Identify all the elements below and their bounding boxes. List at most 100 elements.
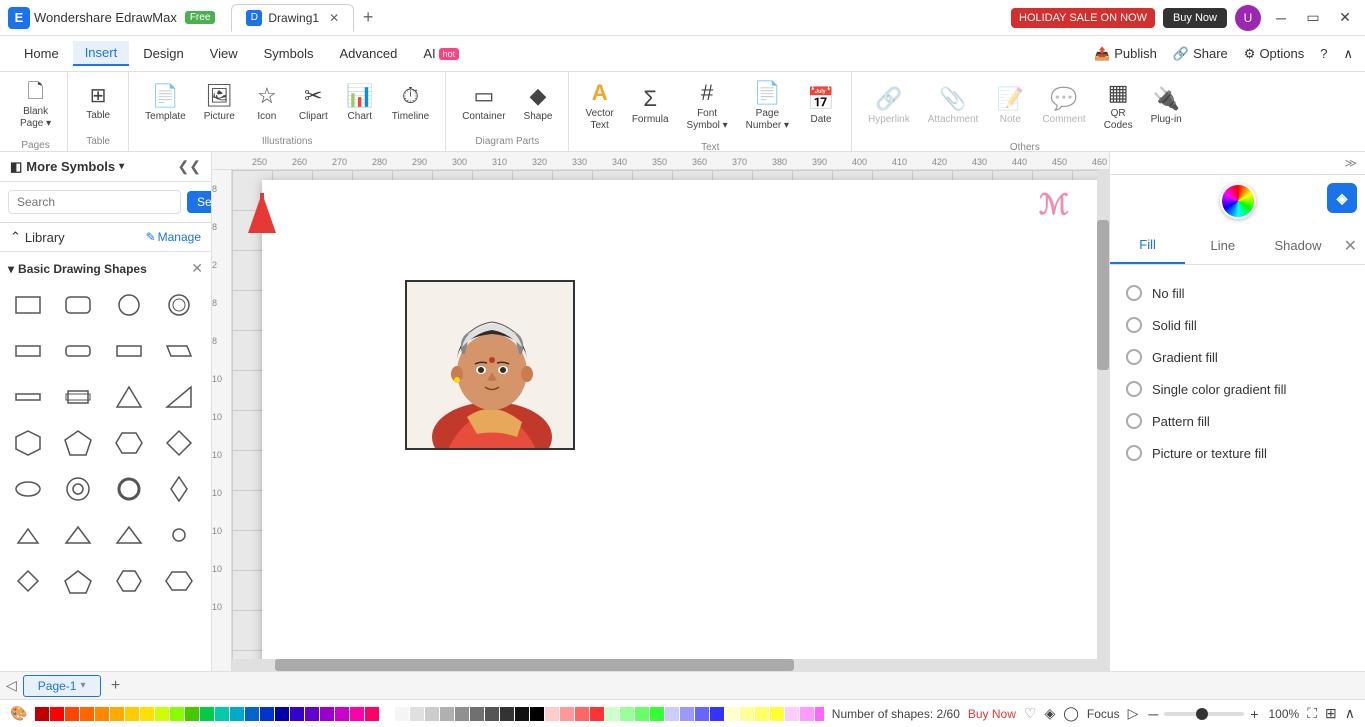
shape-small-triangle[interactable] <box>8 515 48 555</box>
color-swatch[interactable] <box>605 707 619 721</box>
color-swatch[interactable] <box>245 707 259 721</box>
zoom-out-button[interactable]: ─ <box>1146 704 1160 724</box>
theme-icon[interactable]: ◯ <box>1063 705 1079 722</box>
format-paint-icon[interactable]: ◈ <box>1327 183 1357 213</box>
color-swatch[interactable] <box>695 707 709 721</box>
shape-iso-triangle[interactable] <box>58 515 98 555</box>
section-expand-icon[interactable]: ▾ <box>8 262 14 276</box>
shape-inset-rect[interactable] <box>58 377 98 417</box>
shape-rounded-rect[interactable] <box>58 285 98 325</box>
shape-small-rect[interactable] <box>8 331 48 371</box>
no-fill-option[interactable]: No fill <box>1122 277 1353 309</box>
shape-triangle[interactable] <box>109 377 149 417</box>
close-button[interactable]: ✕ <box>1333 6 1357 30</box>
menu-home[interactable]: Home <box>12 42 71 65</box>
color-swatch[interactable] <box>155 707 169 721</box>
page-tab-1-dropdown[interactable]: ▾ <box>80 680 85 691</box>
comment-tool[interactable]: 💬 Comment <box>1034 82 1093 132</box>
page-number-tool[interactable]: 📄 PageNumber ▾ <box>738 76 797 138</box>
color-wheel[interactable] <box>1220 183 1256 219</box>
shape-parallelogram[interactable] <box>159 331 199 371</box>
color-swatch[interactable] <box>290 707 304 721</box>
color-swatch[interactable] <box>725 707 739 721</box>
shape-circle-outline[interactable] <box>159 285 199 325</box>
menu-collapse[interactable]: ∧ <box>1343 46 1353 62</box>
shape-hexagon[interactable] <box>109 423 149 463</box>
play-icon[interactable]: ▷ <box>1128 705 1139 722</box>
zoom-slider[interactable] <box>1164 712 1244 716</box>
color-swatch[interactable] <box>755 707 769 721</box>
shape-stadium[interactable] <box>159 515 199 555</box>
shape-ring[interactable] <box>58 469 98 509</box>
color-swatch[interactable] <box>110 707 124 721</box>
color-swatch[interactable] <box>35 707 49 721</box>
shape-diamond[interactable] <box>159 423 199 463</box>
shape-right-triangle[interactable] <box>159 377 199 417</box>
color-swatch[interactable] <box>800 707 814 721</box>
color-swatch[interactable] <box>275 707 289 721</box>
color-swatch[interactable] <box>335 707 349 721</box>
line-tab[interactable]: Line <box>1185 228 1260 263</box>
color-swatch[interactable] <box>785 707 799 721</box>
hyperlink-tool[interactable]: 🔗 Hyperlink <box>860 82 918 132</box>
color-swatch[interactable] <box>80 707 94 721</box>
buy-now-status-link[interactable]: Buy Now <box>968 707 1016 721</box>
date-tool[interactable]: 📅 Date <box>799 82 843 132</box>
up-chevron-icon[interactable]: ∧ <box>1345 705 1355 722</box>
search-button[interactable]: Search <box>187 191 212 213</box>
buy-now-button-title[interactable]: Buy Now <box>1163 8 1227 28</box>
menu-ai[interactable]: AI hot <box>411 42 471 65</box>
right-panel-close-icon[interactable]: ✕ <box>1336 228 1365 264</box>
color-swatch[interactable] <box>410 707 424 721</box>
menu-symbols[interactable]: Symbols <box>252 42 326 65</box>
color-swatch[interactable] <box>590 707 604 721</box>
plugin-tool[interactable]: 🔌 Plug-in <box>1143 82 1190 132</box>
shape-thick-circle[interactable] <box>109 469 149 509</box>
shape-pentagon[interactable] <box>58 561 98 601</box>
fullscreen-icon[interactable]: ⛶ <box>1307 705 1317 722</box>
single-color-gradient-option[interactable]: Single color gradient fill <box>1122 373 1353 405</box>
menu-publish[interactable]: 📤 Publish <box>1094 46 1157 62</box>
picture-texture-fill-option[interactable]: Picture or texture fill <box>1122 437 1353 469</box>
tab-close-icon[interactable]: ✕ <box>329 11 339 25</box>
shape-rectangle[interactable] <box>8 285 48 325</box>
shape-small-rounded-rect[interactable] <box>58 331 98 371</box>
manage-button[interactable]: ✎ Manage <box>146 230 201 244</box>
color-swatch[interactable] <box>65 707 79 721</box>
color-swatch[interactable] <box>515 707 529 721</box>
single-color-gradient-radio[interactable] <box>1126 381 1142 397</box>
menu-options[interactable]: ⚙ Options <box>1244 46 1304 62</box>
horizontal-scroll-thumb[interactable] <box>275 659 794 671</box>
search-input[interactable] <box>8 190 181 214</box>
color-swatch[interactable] <box>500 707 514 721</box>
fill-tab[interactable]: Fill <box>1110 227 1185 264</box>
picture-texture-fill-radio[interactable] <box>1126 445 1142 461</box>
color-swatch[interactable] <box>260 707 274 721</box>
vertical-scroll-thumb[interactable] <box>1097 220 1109 370</box>
color-swatch[interactable] <box>320 707 334 721</box>
shadow-tab[interactable]: Shadow <box>1260 228 1335 263</box>
shape-circle[interactable] <box>109 285 149 325</box>
drawing-canvas[interactable]: ℳ <box>232 170 1109 671</box>
blank-page-tool[interactable]: 🗋 BlankPage ▾ <box>12 76 59 136</box>
gradient-fill-option[interactable]: Gradient fill <box>1122 341 1353 373</box>
add-tab-button[interactable]: + <box>356 6 380 30</box>
right-panel-expand-icon[interactable]: ≫ <box>1344 156 1357 170</box>
attachment-tool[interactable]: 📎 Attachment <box>920 82 987 132</box>
color-swatch[interactable] <box>350 707 364 721</box>
shape-right-triangle2[interactable] <box>109 515 149 555</box>
tab-drawing1[interactable]: D Drawing1 ✕ <box>231 4 354 32</box>
color-swatch[interactable] <box>365 707 379 721</box>
shape-hexagon-small[interactable] <box>109 561 149 601</box>
solid-fill-radio[interactable] <box>1126 317 1142 333</box>
color-swatch[interactable] <box>575 707 589 721</box>
minimize-button[interactable]: ─ <box>1269 6 1293 30</box>
shape-pentagon-round[interactable] <box>58 423 98 463</box>
menu-design[interactable]: Design <box>131 42 195 65</box>
container-tool[interactable]: ▭ Container <box>454 79 513 129</box>
menu-insert[interactable]: Insert <box>73 41 130 66</box>
shape-tool[interactable]: ◆ Shape <box>516 79 561 129</box>
shape-ellipse[interactable] <box>8 469 48 509</box>
color-swatch[interactable] <box>425 707 439 721</box>
color-swatch[interactable] <box>530 707 544 721</box>
